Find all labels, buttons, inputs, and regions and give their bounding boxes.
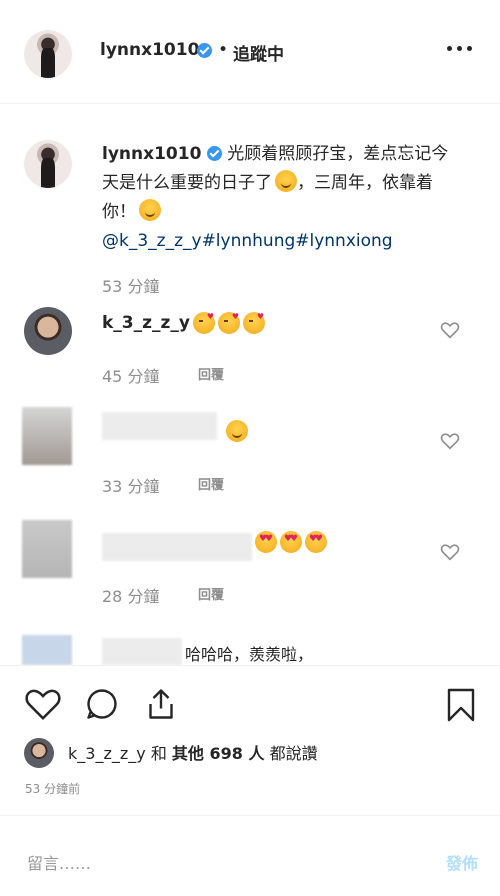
caption-username[interactable]: lynnx1010 bbox=[102, 144, 201, 164]
comment-input[interactable]: 留言…… bbox=[27, 850, 91, 874]
caption-time: 53 分鐘 bbox=[102, 277, 160, 296]
heart-eyes-emoji-icon bbox=[280, 531, 302, 553]
comment-emojis bbox=[190, 312, 265, 334]
comment-icon[interactable] bbox=[83, 686, 121, 722]
heart-icon[interactable] bbox=[24, 686, 62, 722]
comment-avatar[interactable] bbox=[24, 307, 72, 355]
comment-text: 哈哈哈，羨羨啦， bbox=[185, 645, 314, 664]
heart-eyes-emoji-icon bbox=[305, 531, 327, 553]
blurred-username bbox=[102, 412, 217, 440]
author-username[interactable]: lynnx1010 bbox=[100, 40, 199, 60]
comment-emojis bbox=[252, 531, 327, 553]
kiss-emoji-icon bbox=[193, 312, 215, 334]
liker-username[interactable]: k_3_z_z_y bbox=[68, 744, 146, 763]
comment-heart-icon[interactable] bbox=[440, 321, 460, 339]
comment-heart-icon[interactable] bbox=[440, 432, 460, 450]
comment-heart-icon[interactable] bbox=[440, 543, 460, 561]
share-icon[interactable] bbox=[143, 686, 179, 722]
kiss-emoji-icon bbox=[218, 312, 240, 334]
likes-connector: 和 bbox=[150, 744, 167, 763]
follow-status[interactable]: 追蹤中 bbox=[233, 40, 284, 65]
bookmark-icon[interactable] bbox=[446, 686, 476, 724]
reply-button[interactable]: 回覆 bbox=[198, 364, 224, 383]
comment-time: 45 分鐘 bbox=[102, 367, 160, 386]
likes-others[interactable]: 其他 698 人 bbox=[172, 744, 265, 763]
caption: lynnx1010 光顾着照顾孖宝，差点忘记今天是什么重要的日子了 ，三周年，依靠… bbox=[102, 140, 452, 256]
kiss-emoji-icon bbox=[243, 312, 265, 334]
caption-avatar[interactable] bbox=[24, 140, 72, 188]
smile-emoji-icon bbox=[139, 199, 161, 221]
verified-icon bbox=[197, 43, 212, 58]
post-time: 53 分鐘前 bbox=[25, 782, 81, 796]
likes-suffix: 都說讚 bbox=[269, 744, 318, 763]
comment-time: 33 分鐘 bbox=[102, 477, 160, 496]
blurred-avatar bbox=[22, 635, 72, 665]
blurred-username bbox=[102, 533, 252, 561]
author-avatar[interactable] bbox=[24, 30, 72, 78]
blurred-username bbox=[102, 638, 182, 665]
verified-icon bbox=[206, 146, 222, 161]
caption-tags[interactable]: @k_3_z_z_y#lynnhung#lynnxiong bbox=[102, 231, 393, 251]
blurred-avatar bbox=[22, 520, 72, 578]
liker-avatar[interactable] bbox=[24, 738, 54, 768]
add-comment-bar: 留言…… 發佈 bbox=[0, 815, 500, 896]
comment-username[interactable]: k_3_z_z_y bbox=[102, 313, 190, 333]
likes-summary: k_3_z_z_y 和 其他 698 人 都說讚 bbox=[68, 740, 318, 764]
hug-emoji-icon bbox=[226, 420, 248, 442]
post-button[interactable]: 發佈 bbox=[446, 850, 478, 874]
reply-button[interactable]: 回覆 bbox=[198, 474, 224, 493]
comment-time: 28 分鐘 bbox=[102, 587, 160, 606]
post-header: lynnx1010 • 追蹤中 bbox=[0, 0, 500, 104]
reply-button[interactable]: 回覆 bbox=[198, 584, 224, 603]
blurred-avatar bbox=[22, 407, 72, 465]
more-icon[interactable] bbox=[447, 46, 472, 51]
grin-sweat-emoji-icon bbox=[275, 170, 297, 192]
heart-eyes-emoji-icon bbox=[255, 531, 277, 553]
header-separator: • bbox=[218, 40, 229, 60]
